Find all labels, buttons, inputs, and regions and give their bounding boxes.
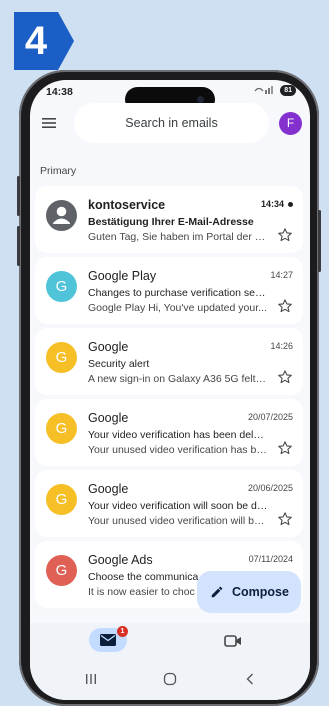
mail-snippet: Your unused video verification has be... [88,444,268,456]
status-icons: 81 [254,85,296,96]
mail-item[interactable]: G Google 20/07/2025 Your video verificat… [35,399,303,466]
mail-time: 14:34 [261,199,293,209]
mail-sender: Google [88,340,129,354]
section-label: Primary [40,165,77,177]
unread-dot [288,202,293,208]
mail-snippet: A new sign-in on Galaxy A36 5G felto... [88,373,268,385]
video-icon[interactable] [224,634,242,648]
search-input[interactable]: Search in emails [74,103,269,143]
bottom-nav: 1 [30,623,310,659]
side-button [17,176,20,216]
sender-avatar: G [46,413,77,444]
status-time: 14:38 [46,86,73,98]
star-icon[interactable] [277,298,293,314]
mail-time: 20/06/2025 [247,483,293,493]
sender-avatar: G [46,484,77,515]
mail-subject: Bestätigung Ihrer E-Mail-Adresse [88,216,254,228]
mail-sender: Google Ads [88,553,153,567]
system-nav-bar [30,659,310,700]
mail-sender: Google [88,482,129,496]
star-icon[interactable] [277,511,293,527]
mail-subject: Your video verification has been delet..… [88,429,268,441]
unread-badge: 1 [117,626,128,637]
mail-time: 14:26 [270,341,293,351]
power-button [318,210,321,272]
mail-time: 20/07/2025 [247,412,293,422]
mail-subject: Your video verification will soon be de.… [88,500,268,512]
mail-sender: Google Play [88,269,157,283]
mail-item[interactable]: G Google 20/06/2025 Your video verificat… [35,470,303,537]
mail-time: 07/11/2024 [248,554,293,564]
sender-avatar: G [46,342,77,373]
mail-time: 14:27 [270,270,293,280]
mail-item[interactable]: kontoservice 14:34 Bestätigung Ihrer E-M… [35,186,303,253]
recents-icon[interactable] [84,673,98,685]
star-icon[interactable] [277,369,293,385]
sender-avatar: G [46,555,77,586]
mail-item[interactable]: G Google 14:26 Security alert A new sign… [35,328,303,395]
mail-subject: Security alert [88,358,150,370]
compose-label: Compose [232,585,289,599]
mail-subject: Changes to purchase verification sett... [88,287,268,299]
back-icon[interactable] [245,672,255,686]
home-icon[interactable] [163,672,177,686]
battery-icon: 81 [280,85,296,96]
star-icon[interactable] [277,227,293,243]
search-placeholder: Search in emails [125,116,218,130]
pencil-icon [211,586,223,598]
compose-button[interactable]: Compose [197,571,301,613]
mail-snippet: Guten Tag, Sie haben im Portal der B... [88,231,268,243]
mail-snippet: Google Play Hi, You've updated your... [88,302,267,314]
signal-icon [254,85,276,96]
mail-icon [100,634,116,646]
phone-screen: 14:38 81 Search in emails F Primary kont… [30,80,310,700]
mail-snippet: Your unused video verification will be..… [88,515,268,527]
mail-sender: Google [88,411,129,425]
step-number: 4 [24,19,48,63]
sender-avatar: G [46,271,77,302]
account-avatar[interactable]: F [279,112,302,135]
menu-icon[interactable] [40,114,58,132]
mail-list: kontoservice 14:34 Bestätigung Ihrer E-M… [35,186,303,612]
person-icon [46,200,77,231]
mail-item[interactable]: G Google Play 14:27 Changes to purchase … [35,257,303,324]
mail-sender: kontoservice [88,198,166,212]
star-icon[interactable] [277,440,293,456]
side-button [17,226,20,266]
